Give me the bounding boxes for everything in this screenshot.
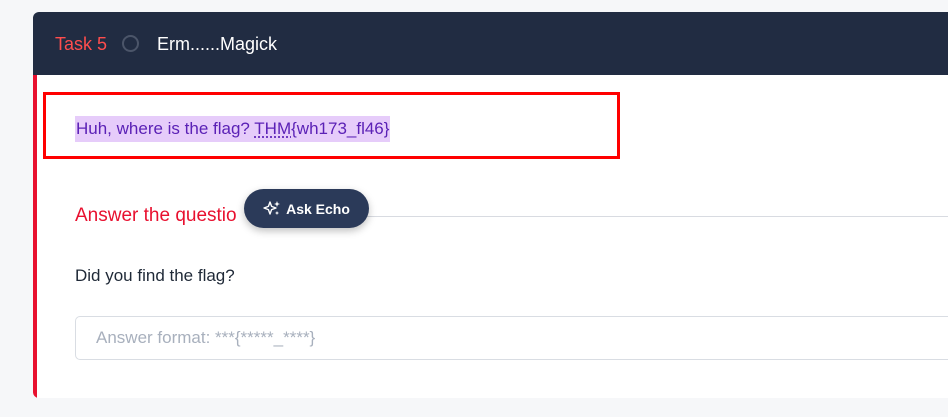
- flag-text: {wh173_fl46}: [291, 119, 390, 138]
- task-status-circle-icon: [122, 35, 139, 52]
- sparkles-icon: [263, 200, 281, 218]
- ask-echo-label: Ask Echo: [286, 200, 350, 217]
- answer-section-heading: Answer the questio: [75, 205, 237, 226]
- task-content-text: Huh, where is the flag? THM{wh173_fl46}: [75, 116, 391, 142]
- task-accent-bar: [33, 75, 37, 398]
- section-divider: [363, 216, 948, 217]
- task-card: Task 5 Erm......Magick Huh, where is the…: [33, 12, 948, 398]
- answer-input[interactable]: [75, 316, 948, 360]
- question-text: Did you find the flag?: [75, 266, 235, 285]
- task-title: Erm......Magick: [157, 34, 278, 54]
- task-number-label: Task 5: [55, 34, 108, 54]
- thm-abbreviation: THM: [254, 119, 292, 138]
- task-header[interactable]: Task 5 Erm......Magick: [33, 12, 948, 75]
- ask-echo-button[interactable]: Ask Echo: [244, 189, 369, 228]
- task-text-prefix: Huh, where is the flag?: [76, 119, 255, 138]
